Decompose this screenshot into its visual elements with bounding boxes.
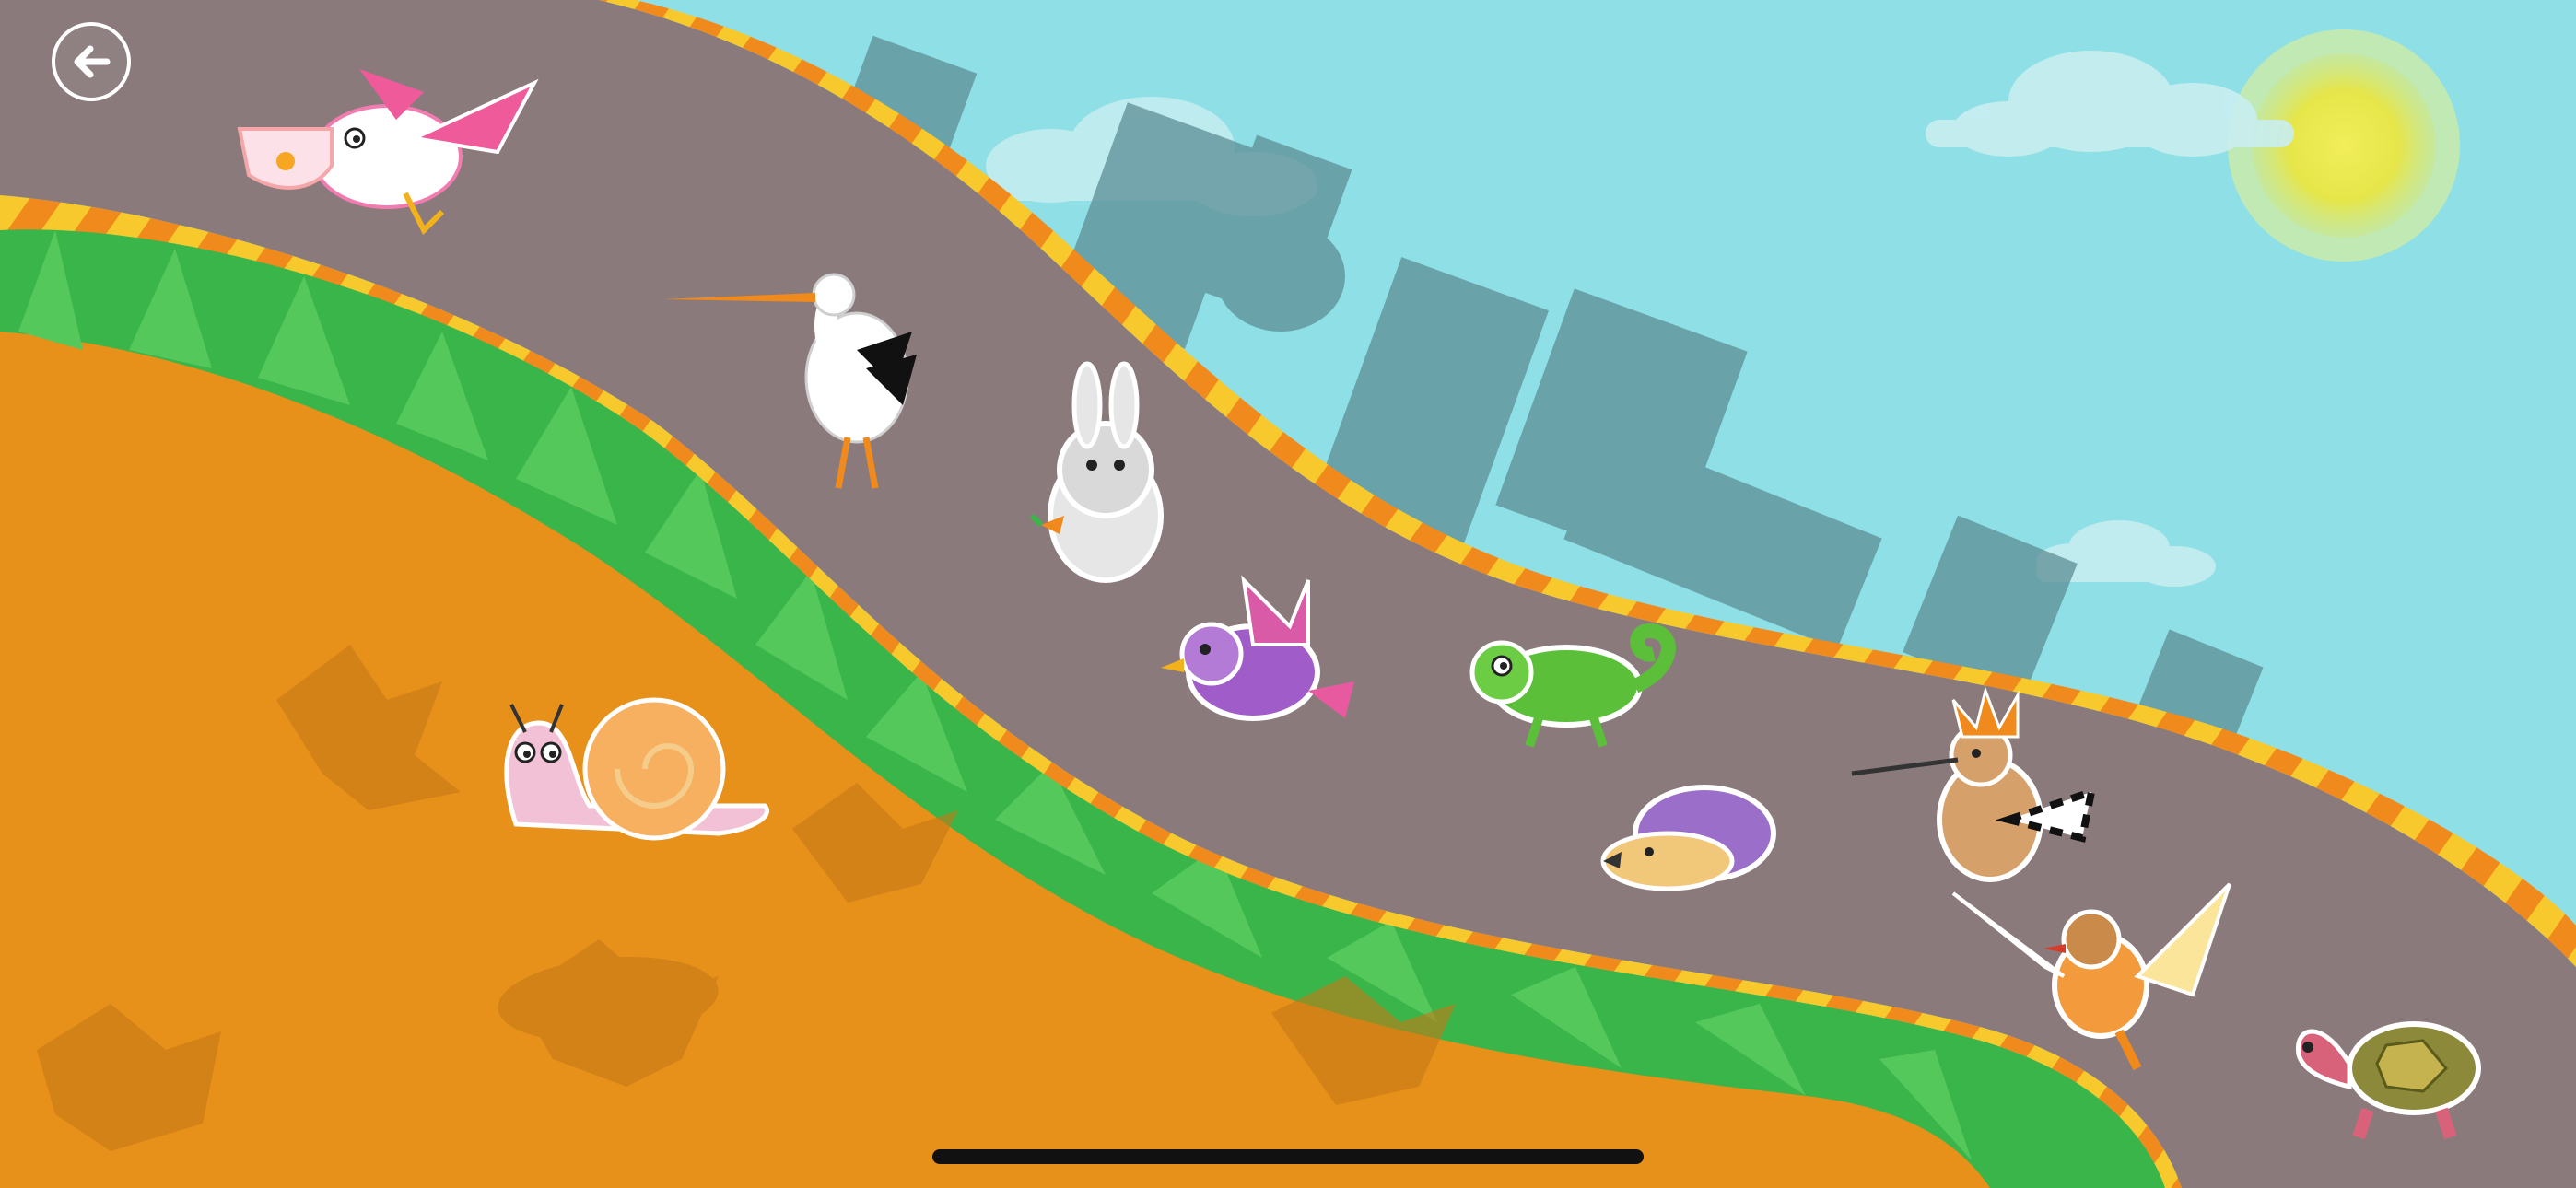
race-scene [0,0,2576,1188]
home-indicator[interactable] [932,1149,1644,1164]
back-button[interactable] [52,22,131,101]
game-screen [0,0,2576,1188]
arrow-left-icon [74,45,111,78]
